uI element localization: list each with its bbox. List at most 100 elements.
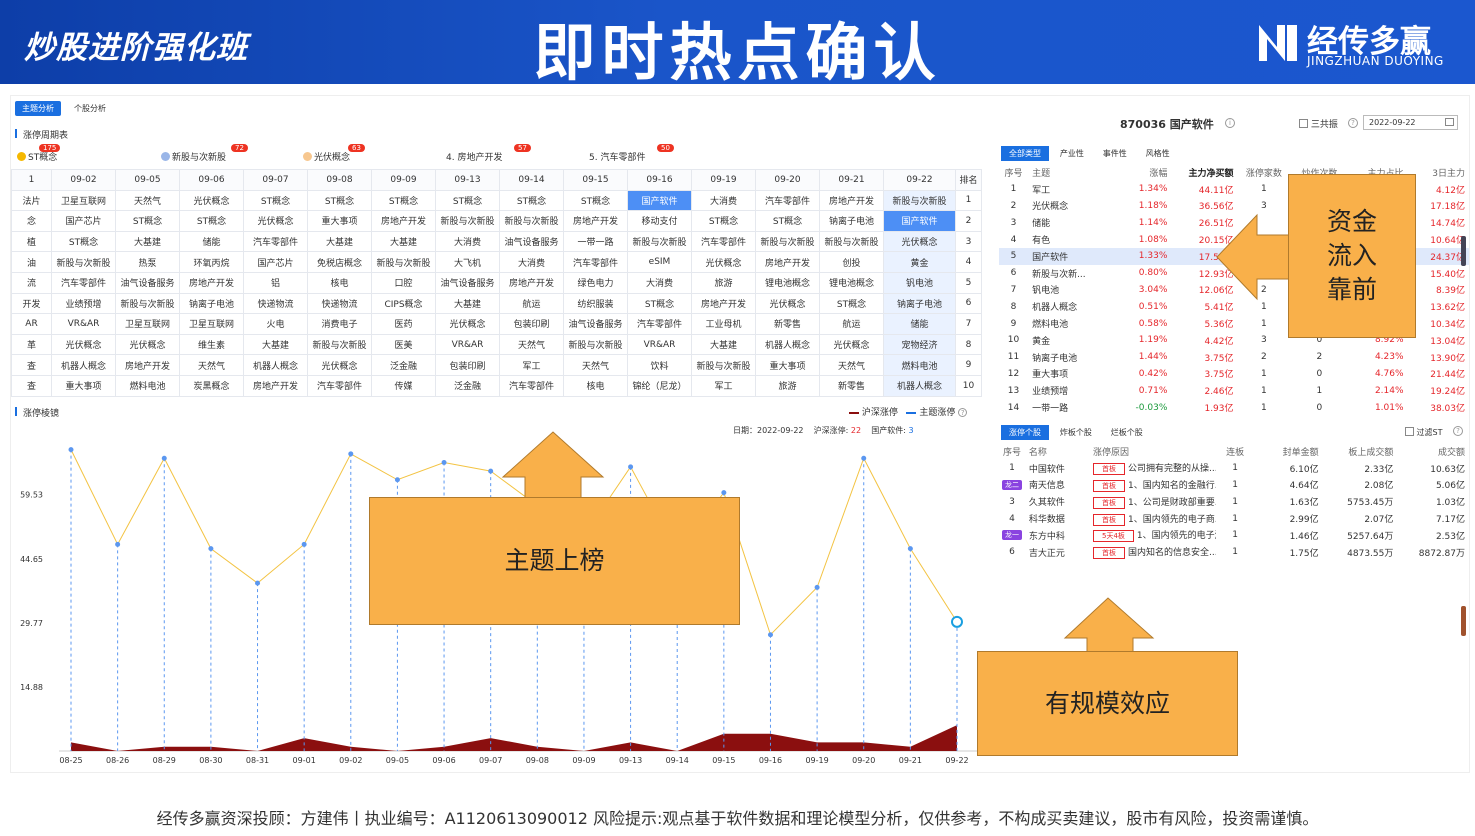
- theme-cell[interactable]: 医药: [371, 313, 436, 335]
- theme-cell[interactable]: 大消费: [691, 189, 756, 212]
- theme-cell[interactable]: AR: [11, 313, 52, 335]
- theme-cell[interactable]: 革: [11, 333, 52, 356]
- theme-cell[interactable]: 植: [11, 230, 52, 253]
- theme-cell[interactable]: 钒电池: [883, 271, 956, 294]
- theme-cell[interactable]: ST概念: [627, 292, 692, 315]
- theme-cell[interactable]: 新股与次新股: [307, 333, 372, 356]
- theme-cell[interactable]: ST概念: [115, 210, 180, 232]
- theme-cell[interactable]: 大消费: [435, 230, 500, 253]
- theme-cell[interactable]: 汽车零部件: [499, 374, 564, 397]
- stock-col-header[interactable]: 涨停原因: [1093, 443, 1216, 460]
- theme-cell[interactable]: eSIM: [627, 251, 692, 273]
- theme-cell[interactable]: VR&AR: [51, 313, 116, 335]
- theme-cell[interactable]: 新股与次新股: [755, 230, 820, 253]
- theme-cell[interactable]: 油气设备服务: [435, 271, 500, 294]
- theme-cell[interactable]: 免税店概念: [307, 251, 372, 273]
- date-header[interactable]: 09-19: [691, 169, 756, 191]
- theme-cell[interactable]: 核电: [307, 271, 372, 294]
- theme-cell[interactable]: 机器人概念: [243, 354, 308, 376]
- theme-cell[interactable]: 房地产开发: [563, 210, 628, 232]
- date-header[interactable]: 09-02: [51, 169, 116, 191]
- theme-cell[interactable]: 机器人概念: [883, 374, 956, 397]
- category-2[interactable]: 新股与次新股 72: [161, 144, 248, 163]
- theme-cell[interactable]: VR&AR: [435, 333, 500, 356]
- theme-cell[interactable]: 念: [11, 210, 52, 232]
- theme-cell[interactable]: 机器人概念: [51, 354, 116, 376]
- theme-cell[interactable]: 大消费: [499, 251, 564, 273]
- table-row[interactable]: 3 久其软件 首板 1、公司是财政部重要... 1 1.63亿 5753.45万 1.03亿: [999, 493, 1469, 510]
- theme-cell[interactable]: 卫星互联网: [179, 313, 244, 335]
- theme-cell[interactable]: 光伏概念: [755, 292, 820, 315]
- table-row[interactable]: 11 钠离子电池 1.44% 3.75亿 2 2 4.23% 13.90亿: [999, 349, 1469, 366]
- theme-cell[interactable]: ST概念: [691, 210, 756, 232]
- theme-cell[interactable]: CIPS概念: [371, 292, 436, 315]
- theme-cell[interactable]: 医美: [371, 333, 436, 356]
- tab-theme-analysis[interactable]: 主题分析: [15, 101, 61, 116]
- theme-cell[interactable]: 流: [11, 271, 52, 294]
- theme-cell[interactable]: ST概念: [755, 210, 820, 232]
- theme-cell[interactable]: VR&AR: [627, 333, 692, 356]
- theme-cell[interactable]: 锦纶（尼龙）: [627, 374, 692, 397]
- theme-cell[interactable]: 泛金融: [435, 374, 500, 397]
- category-3[interactable]: 光伏概念 63: [303, 144, 365, 163]
- theme-cell[interactable]: 房地产开发: [179, 271, 244, 294]
- theme-cell[interactable]: 泛金融: [371, 354, 436, 376]
- theme-cell[interactable]: 大基建: [435, 292, 500, 315]
- theme-cell[interactable]: 房地产开发: [499, 271, 564, 294]
- theme-cell[interactable]: 大基建: [691, 333, 756, 356]
- theme-cell[interactable]: ST概念: [499, 189, 564, 212]
- theme-cell[interactable]: 光伏概念: [243, 210, 308, 232]
- theme-cell[interactable]: 旅游: [691, 271, 756, 294]
- theme-cell[interactable]: 大基建: [371, 230, 436, 253]
- theme-cell[interactable]: 旅游: [755, 374, 820, 397]
- table-row[interactable]: 14 一带一路 -0.03% 1.93亿 1 0 1.01% 38.03亿: [999, 399, 1469, 416]
- theme-cell[interactable]: 快递物流: [243, 292, 308, 315]
- theme-cell[interactable]: 重大事项: [307, 210, 372, 232]
- tab-stock-analysis[interactable]: 个股分析: [67, 101, 113, 116]
- theme-cell[interactable]: 炭黑概念: [179, 374, 244, 397]
- theme-cell[interactable]: 房地产开发: [243, 374, 308, 397]
- theme-cell[interactable]: 房地产开发: [371, 210, 436, 232]
- theme-cell[interactable]: 环氧丙烷: [179, 251, 244, 273]
- theme-cell[interactable]: ST概念: [371, 189, 436, 212]
- theme-cell[interactable]: 光伏概念: [819, 333, 884, 356]
- date-header[interactable]: 09-07: [243, 169, 308, 191]
- table-row[interactable]: 4 科华数据 首板 1、国内领先的电子商... 1 2.99亿 2.07亿 7.17亿: [999, 510, 1469, 527]
- theme-cell[interactable]: 房地产开发: [691, 292, 756, 315]
- resonance-checkbox[interactable]: 三共振: [1299, 117, 1338, 130]
- theme-cell[interactable]: 业绩预增: [51, 292, 116, 315]
- theme-cell[interactable]: 新股与次新股: [51, 251, 116, 273]
- theme-cell[interactable]: ST概念: [179, 210, 244, 232]
- table-row[interactable]: 12 重大事项 0.42% 3.75亿 1 0 4.76% 21.44亿: [999, 366, 1469, 383]
- table-row[interactable]: 龙二 南天信息 首板 1、国内知名的金融行... 1 4.64亿 2.08亿 5.06亿: [999, 477, 1469, 494]
- theme-col-header[interactable]: 主力净买额: [1171, 164, 1237, 181]
- theme-cell[interactable]: 一带一路: [563, 230, 628, 253]
- theme-cell[interactable]: 锂电池概念: [755, 271, 820, 294]
- stock-col-header[interactable]: 成交额: [1397, 443, 1469, 460]
- theme-cell[interactable]: 光伏概念: [691, 251, 756, 273]
- theme-cell[interactable]: ST概念: [307, 189, 372, 212]
- tab-event[interactable]: 事件性: [1095, 146, 1135, 161]
- theme-cell[interactable]: 新股与次新股: [819, 230, 884, 253]
- tab-limit-up-stocks[interactable]: 涨停个股: [1001, 424, 1049, 440]
- theme-cell[interactable]: 汽车零部件: [691, 230, 756, 253]
- table-row[interactable]: 6 吉大正元 首板 国内知名的信息安全... 1 1.75亿 4873.55万 8872.87…: [999, 544, 1469, 561]
- theme-cell[interactable]: 光伏概念: [179, 189, 244, 212]
- theme-cell[interactable]: 钠离子电池: [819, 210, 884, 232]
- theme-cell[interactable]: 消费电子: [307, 313, 372, 335]
- theme-cell[interactable]: 大基建: [115, 230, 180, 253]
- theme-cell[interactable]: 国产软件: [883, 210, 956, 232]
- theme-cell[interactable]: 汽车零部件: [51, 271, 116, 294]
- theme-cell[interactable]: 光伏概念: [115, 333, 180, 356]
- theme-cell[interactable]: 光伏概念: [435, 313, 500, 335]
- theme-cell[interactable]: 饮料: [627, 354, 692, 376]
- theme-cell[interactable]: 天然气: [563, 354, 628, 376]
- theme-cell[interactable]: 汽车零部件: [755, 189, 820, 212]
- theme-cell[interactable]: 国产软件: [627, 189, 692, 212]
- theme-cell[interactable]: 房地产开发: [755, 251, 820, 273]
- theme-cell[interactable]: 绿色电力: [563, 271, 628, 294]
- theme-cell[interactable]: ST概念: [243, 189, 308, 212]
- filter-st-checkbox[interactable]: 过滤ST: [1405, 426, 1443, 438]
- theme-cell[interactable]: 移动支付: [627, 210, 692, 232]
- theme-cell[interactable]: 钠离子电池: [883, 292, 956, 315]
